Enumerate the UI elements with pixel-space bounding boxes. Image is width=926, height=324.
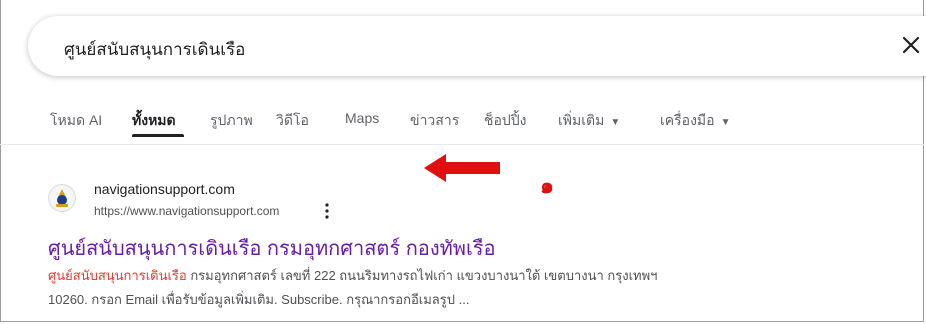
tab-more[interactable]: เพิ่มเติม ▼ [558, 110, 620, 132]
tab-maps[interactable]: Maps [345, 110, 379, 126]
tab-label: ช็อปปิ้ง [484, 112, 527, 128]
tab-label: รูปภาพ [210, 112, 253, 128]
site-favicon-icon[interactable] [48, 184, 76, 212]
clear-search-button[interactable] [896, 30, 926, 60]
result-title-link[interactable]: ศูนย์สนับสนุนการเดินเรือ กรมอุทกศาสตร์ ก… [48, 232, 496, 264]
result-more-options-button[interactable] [320, 202, 334, 220]
tab-news[interactable]: ข่าวสาร [410, 110, 459, 132]
snippet-highlight: ศูนย์สนับสนุนการเดินเรือ [48, 268, 187, 283]
annotation-arrow-icon [424, 154, 500, 182]
tab-label: เครื่องมือ [660, 112, 715, 128]
chevron-down-icon: ▼ [610, 117, 621, 128]
tab-videos[interactable]: วิดีโอ [276, 110, 309, 132]
tab-tools[interactable]: เครื่องมือ ▼ [660, 110, 730, 132]
tabs-divider [0, 144, 924, 145]
kebab-menu-icon [325, 203, 329, 219]
tab-ai-mode[interactable]: โหมด AI [50, 110, 102, 132]
tab-label: เพิ่มเติม [558, 112, 605, 128]
tab-label: โหมด AI [50, 112, 103, 128]
active-tab-indicator [132, 134, 184, 137]
emblem-icon [50, 186, 74, 210]
tab-label: ทั้งหมด [132, 112, 176, 128]
result-url[interactable]: https://www.navigationsupport.com [94, 204, 279, 218]
snippet-line1: กรมอุทกศาสตร์ เลขที่ 222 ถนนริมทางรถไฟเก… [186, 268, 658, 283]
result-site-name[interactable]: navigationsupport.com [94, 181, 235, 197]
tab-label: วิดีโอ [276, 112, 309, 128]
tab-label: Maps [345, 110, 380, 126]
result-snippet: ศูนย์สนับสนุนการเดินเรือ กรมอุทกศาสตร์ เ… [48, 264, 808, 312]
chevron-down-icon: ▼ [720, 117, 731, 128]
snippet-line2: 10260. กรอก Email เพื่อรับข้อมูลเพิ่มเติ… [48, 292, 470, 307]
tab-label: ข่าวสาร [410, 112, 460, 128]
annotation-number: ๑ [540, 174, 554, 199]
tab-shopping[interactable]: ช็อปปิ้ง [484, 110, 527, 132]
tab-images[interactable]: รูปภาพ [210, 110, 253, 132]
tab-all[interactable]: ทั้งหมด [132, 110, 176, 132]
close-icon [902, 36, 920, 54]
search-input[interactable]: ศูนย์สนับสนุนการเดินเรือ [64, 36, 245, 63]
